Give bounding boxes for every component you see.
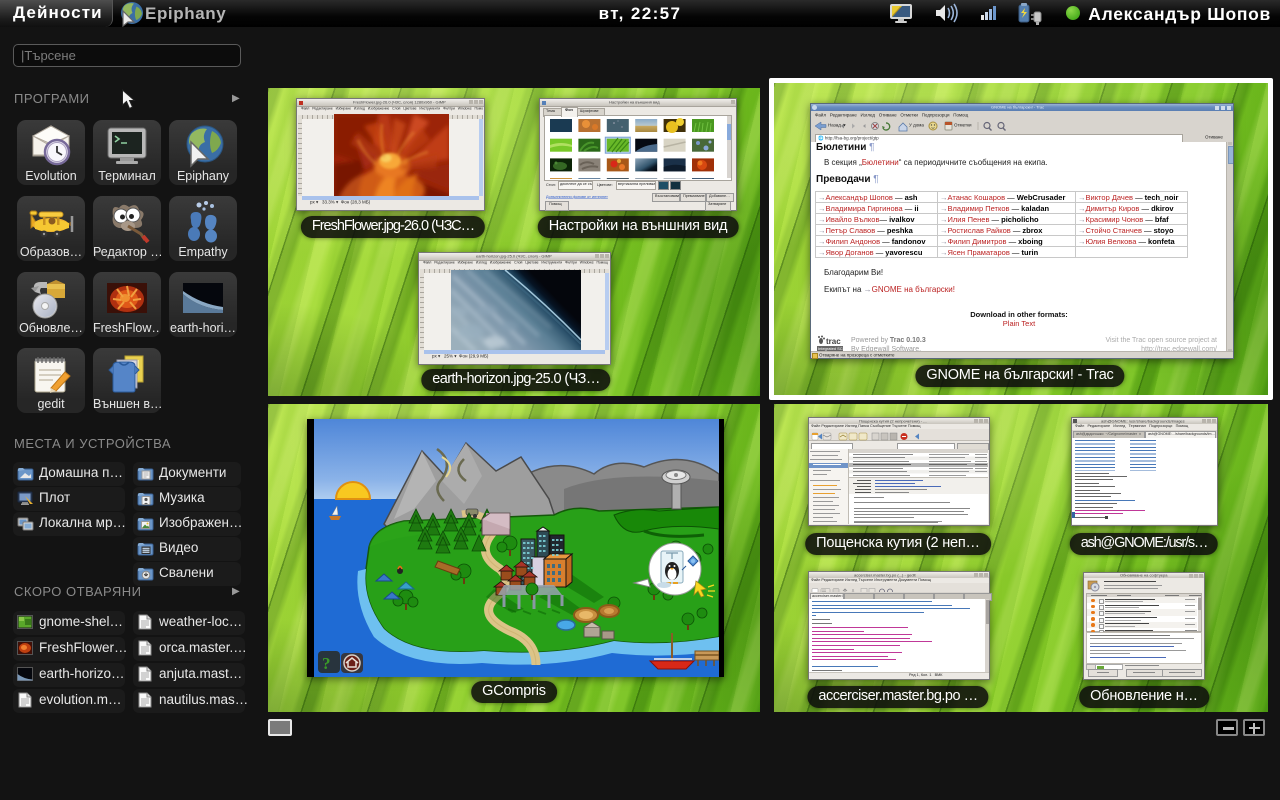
svg-text:?: ?: [322, 654, 331, 673]
svg-text:trac: trac: [826, 337, 841, 346]
